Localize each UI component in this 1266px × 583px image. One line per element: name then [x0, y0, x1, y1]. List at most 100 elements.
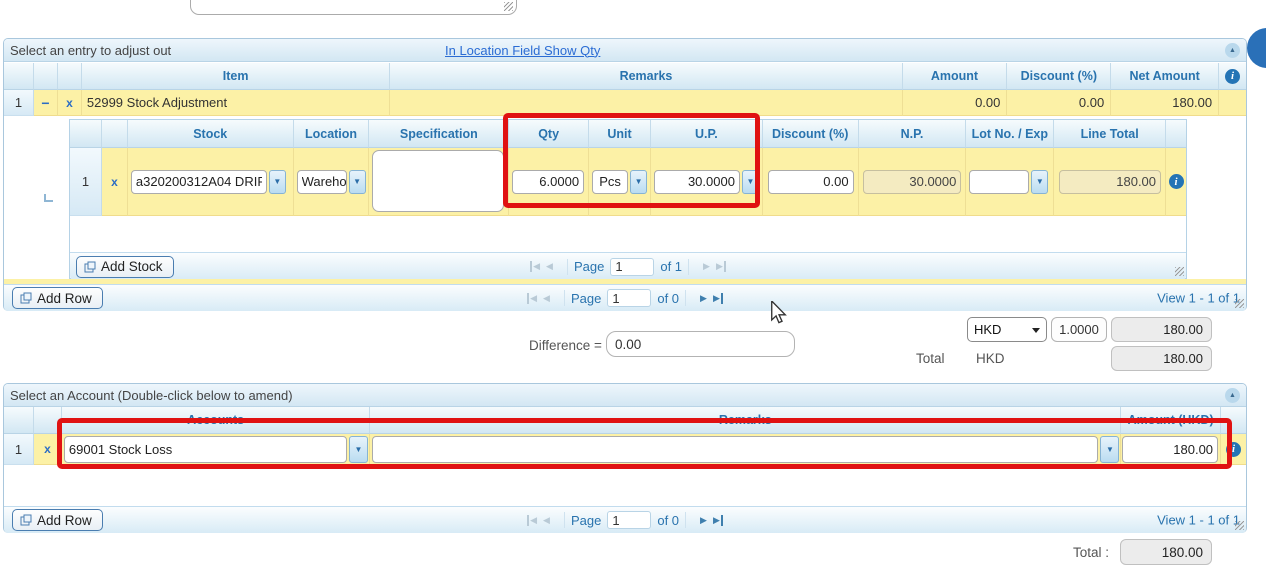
pager-last-icon[interactable]: ▶	[716, 261, 726, 272]
qty-input[interactable]	[512, 170, 584, 194]
pager-prev-icon[interactable]: ◀	[543, 293, 550, 304]
adjust-out-panel-title: Select an entry to adjust out	[10, 43, 171, 58]
in-location-show-qty-link[interactable]: In Location Field Show Qty	[445, 43, 600, 58]
discount-input[interactable]	[768, 170, 854, 194]
pager-prev-icon[interactable]: ◀	[543, 515, 550, 526]
net-amount-cell[interactable]: 180.00	[1111, 90, 1219, 116]
col-info: i	[1219, 63, 1246, 90]
col-expand	[34, 63, 58, 90]
top-remarks-textarea[interactable]	[190, 0, 517, 15]
col-amount[interactable]: Amount	[903, 63, 1008, 90]
page-of-label: of 0	[657, 291, 679, 306]
stock-adjustment-screen: Select an entry to adjust out In Locatio…	[0, 0, 1266, 583]
difference-input[interactable]	[606, 331, 795, 357]
col-remarks[interactable]: Remarks	[390, 63, 902, 90]
pager-first-icon[interactable]: ◀	[530, 261, 540, 272]
currency-select[interactable]: HKD	[967, 317, 1047, 342]
pager-prev-icon[interactable]: ◀	[546, 261, 553, 272]
adjust-row-1[interactable]: 1 − x 52999 Stock Adjustment 0.00 0.00 1…	[4, 90, 1246, 116]
account-combo-input[interactable]	[64, 436, 347, 463]
stock-row-1[interactable]: 1 x ▼ ▼	[70, 148, 1186, 216]
exchange-rate-input[interactable]	[1051, 317, 1107, 342]
page-number-input[interactable]	[610, 258, 654, 276]
add-row-button[interactable]: Add Row	[12, 509, 103, 531]
pager-first-icon[interactable]: ◀	[527, 293, 537, 304]
col-remarks[interactable]: Remarks	[370, 407, 1121, 434]
subcol-np[interactable]: N.P.	[859, 120, 967, 148]
account-amount-input[interactable]	[1122, 436, 1218, 463]
pager-next-icon[interactable]: ▶	[700, 293, 707, 304]
unit-dropdown-icon[interactable]: ▼	[630, 170, 647, 194]
pager-last-icon[interactable]: ▶	[713, 293, 723, 304]
specification-cell	[369, 148, 509, 216]
lot-dropdown-icon[interactable]: ▼	[1031, 170, 1048, 194]
delete-icon[interactable]: x	[111, 175, 118, 189]
collapse-panel-button[interactable]: ▲	[1225, 43, 1240, 58]
account-row-1[interactable]: 1 x ▼ ▼ i	[4, 434, 1246, 465]
col-item[interactable]: Item	[82, 63, 391, 90]
location-cell: ▼	[294, 148, 370, 216]
currency-selected-value: HKD	[974, 322, 1001, 337]
stock-combo-input[interactable]	[131, 170, 267, 194]
subcol-delete	[102, 120, 128, 148]
subcol-location[interactable]: Location	[294, 120, 370, 148]
account-cell: ▼	[62, 434, 371, 465]
delete-row-cell[interactable]: x	[58, 90, 82, 116]
subcol-stock[interactable]: Stock	[128, 120, 294, 148]
collapse-panel-button[interactable]: ▲	[1225, 388, 1240, 403]
subgrid-header: Stock Location Specification Qty Unit U.…	[70, 120, 1186, 148]
sub-delete-cell[interactable]: x	[102, 148, 128, 216]
account-remarks-cell: ▼	[370, 434, 1121, 465]
col-discount[interactable]: Discount (%)	[1007, 63, 1111, 90]
item-cell[interactable]: 52999 Stock Adjustment	[82, 90, 391, 116]
resize-grip-icon[interactable]	[1175, 267, 1184, 276]
add-stock-button[interactable]: Add Stock	[76, 256, 174, 278]
subcol-up[interactable]: U.P.	[651, 120, 763, 148]
unit-cell: ▼	[589, 148, 651, 216]
collapse-subgrid-cell[interactable]: −	[34, 90, 58, 116]
page-number-input[interactable]	[607, 511, 651, 529]
lot-combo-input[interactable]	[969, 170, 1029, 194]
up-combo-input[interactable]	[654, 170, 740, 194]
amount-cell[interactable]: 0.00	[903, 90, 1008, 116]
resize-grip-icon[interactable]	[1235, 299, 1244, 308]
subcol-qty[interactable]: Qty	[509, 120, 589, 148]
add-row-button[interactable]: Add Row	[12, 287, 103, 309]
location-combo-input[interactable]	[297, 170, 347, 194]
discount-cell[interactable]: 0.00	[1007, 90, 1111, 116]
chevron-down-icon	[1032, 328, 1040, 333]
page-number-input[interactable]	[607, 289, 651, 307]
remarks-cell[interactable]	[390, 90, 902, 116]
location-dropdown-icon[interactable]: ▼	[349, 170, 366, 194]
col-amount-hkd[interactable]: Amount (HKD)	[1121, 407, 1221, 434]
account-dropdown-icon[interactable]: ▼	[349, 436, 368, 463]
delete-row-cell[interactable]: x	[34, 434, 62, 465]
pager-next-icon[interactable]: ▶	[700, 515, 707, 526]
unit-combo-input[interactable]	[592, 170, 628, 194]
floating-help-button[interactable]	[1247, 28, 1266, 68]
pager-last-icon[interactable]: ▶	[713, 515, 723, 526]
delete-icon[interactable]: x	[44, 442, 51, 456]
subcol-discount[interactable]: Discount (%)	[763, 120, 859, 148]
info-icon[interactable]: i	[1226, 442, 1241, 457]
subcol-specification[interactable]: Specification	[369, 120, 509, 148]
resize-grip-icon[interactable]	[504, 2, 513, 11]
subcol-line-total[interactable]: Line Total	[1054, 120, 1166, 148]
pager-next-icon[interactable]: ▶	[703, 261, 710, 272]
remarks-dropdown-icon[interactable]: ▼	[1100, 436, 1119, 463]
subcol-lot[interactable]: Lot No. / Exp	[966, 120, 1054, 148]
up-dropdown-icon[interactable]: ▼	[742, 170, 759, 194]
minus-icon[interactable]: −	[41, 95, 49, 111]
adjust-out-panel: Select an entry to adjust out In Locatio…	[3, 38, 1247, 311]
subcol-unit[interactable]: Unit	[589, 120, 651, 148]
specification-textarea[interactable]	[372, 150, 504, 212]
resize-grip-icon[interactable]	[1235, 521, 1244, 530]
stock-dropdown-icon[interactable]: ▼	[269, 170, 286, 194]
col-net-amount[interactable]: Net Amount	[1111, 63, 1219, 90]
account-remarks-combo-input[interactable]	[372, 436, 1098, 463]
delete-icon[interactable]: x	[66, 96, 73, 110]
adjust-grid-header: Item Remarks Amount Discount (%) Net Amo…	[4, 63, 1246, 90]
info-icon[interactable]: i	[1169, 174, 1184, 189]
pager-first-icon[interactable]: ◀	[527, 515, 537, 526]
col-accounts[interactable]: Accounts	[62, 407, 371, 434]
